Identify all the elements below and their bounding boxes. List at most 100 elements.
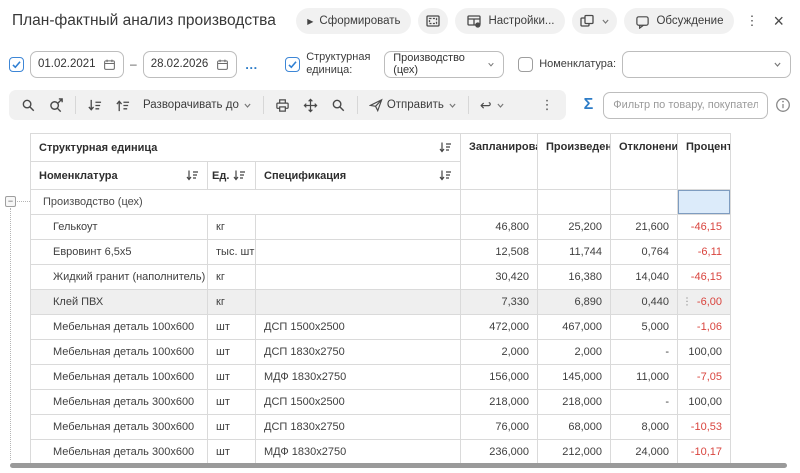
cell-specification[interactable]: МДФ 1830х2750 <box>256 440 461 465</box>
cell-unit[interactable]: кг <box>208 265 256 290</box>
cell-percent[interactable]: ⋮ -10,17 <box>678 440 731 465</box>
cell-specification[interactable]: ДСП 1830х2750 <box>256 415 461 440</box>
cell-percent[interactable]: ⋮ -46,15 <box>678 215 731 240</box>
zoom-button[interactable] <box>329 98 348 113</box>
cell-produced[interactable]: 2,000 <box>538 340 611 365</box>
sort-icon[interactable] <box>439 141 452 154</box>
nomenclature-checkbox[interactable] <box>518 57 533 72</box>
cell-deviation[interactable]: 14,040 <box>611 265 678 290</box>
cell-unit[interactable]: кг <box>208 215 256 240</box>
search-next-button[interactable] <box>47 98 66 113</box>
cell-nomenclature[interactable]: Евровинт 6,5х5 <box>31 240 208 265</box>
cell-specification[interactable]: ДСП 1830х2750 <box>256 340 461 365</box>
cell-unit[interactable]: шт <box>208 415 256 440</box>
cell-specification[interactable] <box>256 265 461 290</box>
more-button[interactable]: ⋮ <box>741 13 762 29</box>
cell-planned[interactable]: 30,420 <box>461 265 538 290</box>
cell-specification[interactable]: ДСП 1500х2500 <box>256 390 461 415</box>
table-row[interactable]: Жидкий гранит (наполнитель) кг 30,420 16… <box>31 265 731 290</box>
horizontal-scrollbar[interactable] <box>10 463 787 468</box>
table-row[interactable]: Мебельная деталь 300х600 шт МДФ 1830х275… <box>31 440 731 465</box>
group-row[interactable]: Производство (цех) <box>31 190 731 215</box>
table-row[interactable]: Гелькоут кг 46,800 25,200 21,600 ⋮ -46,1… <box>31 215 731 240</box>
period-checkbox[interactable] <box>9 57 24 72</box>
selected-cell[interactable] <box>678 190 731 215</box>
toolbar-more-button[interactable]: ⋮ <box>539 97 556 113</box>
cell-specification[interactable] <box>256 215 461 240</box>
report-variants-button[interactable] <box>572 8 617 34</box>
sort-icon[interactable] <box>186 169 199 182</box>
cell-nomenclature[interactable]: Жидкий гранит (наполнитель) <box>31 265 208 290</box>
cell-deviation[interactable]: 0,440 <box>611 290 678 315</box>
cell-deviation[interactable]: 8,000 <box>611 415 678 440</box>
table-row[interactable]: Мебельная деталь 100х600 шт ДСП 1500х250… <box>31 315 731 340</box>
info-button[interactable] <box>775 97 791 113</box>
cell-specification[interactable]: МДФ 1830х2750 <box>256 365 461 390</box>
cell-produced[interactable] <box>538 190 611 215</box>
cell-deviation[interactable]: - <box>611 340 678 365</box>
pan-button[interactable] <box>301 98 320 113</box>
cell-nomenclature[interactable]: Мебельная деталь 100х600 <box>31 365 208 390</box>
sort-icon[interactable] <box>439 169 452 182</box>
cell-deviation[interactable]: 24,000 <box>611 440 678 465</box>
table-row[interactable]: Евровинт 6,5х5 тыс. шт 12,508 11,744 0,7… <box>31 240 731 265</box>
cell-nomenclature[interactable]: Мебельная деталь 300х600 <box>31 440 208 465</box>
send-button[interactable]: Отправить <box>367 98 459 112</box>
cell-unit[interactable]: шт <box>208 340 256 365</box>
cell-percent[interactable]: ⋮ 100,00 <box>678 340 731 365</box>
cell-unit[interactable]: тыс. шт <box>208 240 256 265</box>
cell-percent[interactable]: ⋮ -46,15 <box>678 265 731 290</box>
cell-planned[interactable]: 2,000 <box>461 340 538 365</box>
period-from-field[interactable] <box>30 51 124 78</box>
cell-percent[interactable]: ⋮ 100,00 <box>678 390 731 415</box>
structural-unit-select[interactable]: Производство (цех) <box>384 51 504 78</box>
cell-group-name[interactable]: Производство (цех) <box>31 190 461 215</box>
cell-unit[interactable]: шт <box>208 390 256 415</box>
undo-button[interactable]: ↩ <box>478 97 507 114</box>
cell-deviation[interactable]: - <box>611 390 678 415</box>
cell-nomenclature[interactable]: Мебельная деталь 300х600 <box>31 390 208 415</box>
cell-planned[interactable]: 46,800 <box>461 215 538 240</box>
calendar-icon[interactable] <box>103 58 116 71</box>
print-button[interactable] <box>273 98 292 113</box>
cell-percent[interactable]: ⋮ -7,05 <box>678 365 731 390</box>
cell-unit[interactable]: шт <box>208 440 256 465</box>
cell-specification[interactable] <box>256 240 461 265</box>
cell-planned[interactable]: 236,000 <box>461 440 538 465</box>
col-percent[interactable]: Процент <box>678 134 731 190</box>
settings-button[interactable]: Настройки... <box>455 8 565 34</box>
cell-nomenclature[interactable]: Мебельная деталь 100х600 <box>31 315 208 340</box>
cell-nomenclature[interactable]: Клей ПВХ <box>31 290 208 315</box>
search-button[interactable] <box>19 98 38 113</box>
col-structural-unit[interactable]: Структурная единица <box>31 134 461 162</box>
col-unit[interactable]: Ед. <box>208 162 256 190</box>
period-from-input[interactable] <box>38 58 98 70</box>
discussion-button[interactable]: Обсуждение <box>624 8 734 34</box>
report-structure-button[interactable] <box>418 8 448 34</box>
table-row[interactable]: Мебельная деталь 100х600 шт МДФ 1830х275… <box>31 365 731 390</box>
sort-icon[interactable] <box>233 169 246 182</box>
totals-sigma-button[interactable]: Σ <box>584 96 594 114</box>
cell-deviation[interactable]: 21,600 <box>611 215 678 240</box>
cell-planned[interactable]: 76,000 <box>461 415 538 440</box>
cell-deviation[interactable]: 11,000 <box>611 365 678 390</box>
cell-produced[interactable]: 68,000 <box>538 415 611 440</box>
col-nomenclature[interactable]: Номенклатура <box>31 162 208 190</box>
cell-produced[interactable]: 145,000 <box>538 365 611 390</box>
col-produced[interactable]: Произведено <box>538 134 611 190</box>
cell-specification[interactable] <box>256 290 461 315</box>
table-row[interactable]: Мебельная деталь 100х600 шт ДСП 1830х275… <box>31 340 731 365</box>
table-row[interactable]: Клей ПВХ кг 7,330 6,890 0,440 ⋮ -6,00 <box>31 290 731 315</box>
cell-deviation[interactable]: 5,000 <box>611 315 678 340</box>
col-planned[interactable]: Запланировано <box>461 134 538 190</box>
cell-nomenclature[interactable]: Мебельная деталь 300х600 <box>31 415 208 440</box>
period-to-field[interactable] <box>143 51 237 78</box>
cell-planned[interactable]: 7,330 <box>461 290 538 315</box>
cell-menu-dots-icon[interactable]: ⋮ <box>682 297 692 308</box>
cell-deviation[interactable] <box>611 190 678 215</box>
cell-produced[interactable]: 467,000 <box>538 315 611 340</box>
table-row[interactable]: Мебельная деталь 300х600 шт ДСП 1500х250… <box>31 390 731 415</box>
cell-produced[interactable]: 218,000 <box>538 390 611 415</box>
cell-planned[interactable] <box>461 190 538 215</box>
quick-filter-input[interactable] <box>603 92 768 119</box>
